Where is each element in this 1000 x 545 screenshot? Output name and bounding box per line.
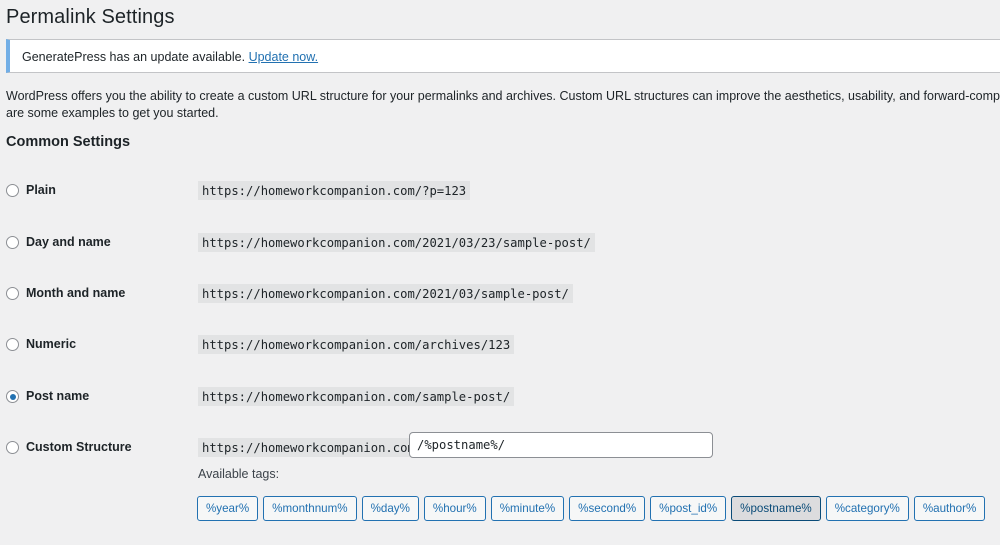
tag-button-hour[interactable]: %hour%	[423, 496, 486, 521]
option-row-month-and-name: Month and name https://homeworkcompanion…	[6, 284, 996, 304]
example-url-plain: https://homeworkcompanion.com/?p=123	[198, 181, 471, 200]
notice-text-wrap: GeneratePress has an update available. U…	[22, 50, 318, 64]
example-url-post-name: https://homeworkcompanion.com/sample-pos…	[198, 387, 515, 406]
tag-button-second[interactable]: %second%	[569, 496, 646, 521]
tag-button-day[interactable]: %day%	[361, 496, 419, 521]
tag-button-category[interactable]: %category%	[825, 496, 909, 521]
option-label-month-and-name[interactable]: Month and name	[26, 286, 125, 300]
option-row-plain: Plain https://homeworkcompanion.com/?p=1…	[6, 181, 996, 201]
radio-numeric[interactable]	[6, 338, 19, 351]
example-url-day-and-name: https://homeworkcompanion.com/2021/03/23…	[198, 233, 595, 252]
radio-day-and-name[interactable]	[6, 236, 19, 249]
option-label-plain[interactable]: Plain	[26, 183, 56, 197]
permalink-settings-page: Permalink Settings GeneratePress has an …	[0, 0, 1000, 545]
tag-button-year[interactable]: %year%	[197, 496, 259, 521]
example-url-numeric: https://homeworkcompanion.com/archives/1…	[198, 335, 515, 354]
update-notice: GeneratePress has an update available. U…	[6, 39, 1000, 73]
option-label-post-name[interactable]: Post name	[26, 389, 89, 403]
option-row-day-and-name: Day and name https://homeworkcompanion.c…	[6, 233, 996, 253]
available-tags-list: %year% %monthnum% %day% %hour% %minute% …	[197, 496, 986, 521]
custom-structure-base-url: https://homeworkcompanion.com	[198, 438, 419, 457]
intro-line-1: WordPress offers you the ability to crea…	[6, 89, 1000, 103]
example-url-month-and-name: https://homeworkcompanion.com/2021/03/sa…	[198, 284, 573, 303]
update-now-link[interactable]: Update now.	[249, 50, 319, 64]
option-row-custom-structure: Custom Structure https://homeworkcompani…	[6, 432, 996, 458]
option-row-post-name: Post name https://homeworkcompanion.com/…	[6, 387, 996, 407]
available-tags-label: Available tags:	[198, 467, 280, 481]
tag-button-post-id[interactable]: %post_id%	[650, 496, 727, 521]
intro-line-2: are some examples to get you started.	[6, 106, 219, 120]
page-title: Permalink Settings	[6, 6, 175, 28]
tag-button-author[interactable]: %author%	[913, 496, 986, 521]
section-title-common-settings: Common Settings	[6, 134, 131, 150]
radio-plain[interactable]	[6, 184, 19, 197]
radio-custom-structure[interactable]	[6, 441, 19, 454]
tag-button-minute[interactable]: %minute%	[490, 496, 565, 521]
radio-post-name[interactable]	[6, 390, 19, 403]
option-row-numeric: Numeric https://homeworkcompanion.com/ar…	[6, 335, 996, 355]
option-label-numeric[interactable]: Numeric	[26, 337, 76, 351]
tag-button-monthnum[interactable]: %monthnum%	[263, 496, 357, 521]
intro-text: WordPress offers you the ability to crea…	[6, 88, 1000, 122]
notice-message: GeneratePress has an update available.	[22, 50, 246, 64]
option-label-custom-structure[interactable]: Custom Structure	[26, 440, 132, 454]
custom-structure-input[interactable]	[409, 432, 713, 458]
radio-month-and-name[interactable]	[6, 287, 19, 300]
option-label-day-and-name[interactable]: Day and name	[26, 235, 111, 249]
tag-button-postname[interactable]: %postname%	[731, 496, 821, 521]
